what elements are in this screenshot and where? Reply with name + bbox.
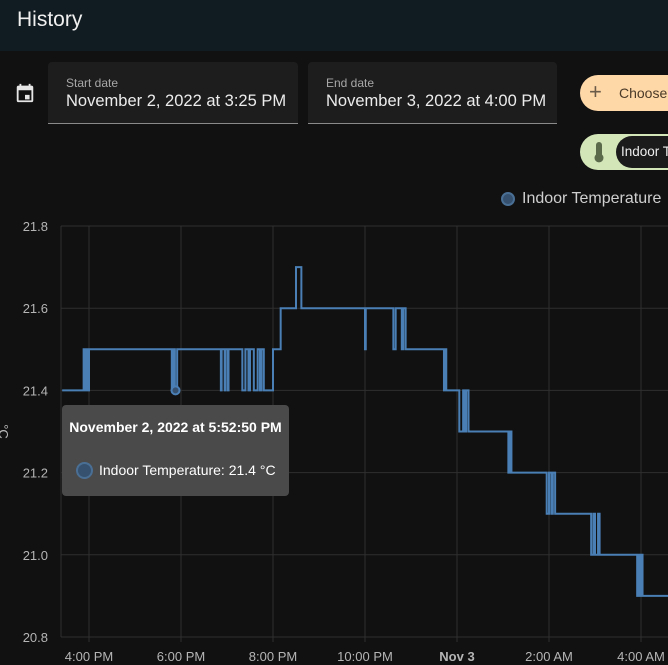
tooltip-series-dot [76,462,93,479]
x-tick-label: 4:00 PM [65,649,113,664]
tooltip-value: Indoor Temperature: 21.4 °C [99,462,276,478]
x-tick-label: 4:00 AM [617,649,665,664]
highlighted-data-point [170,385,181,396]
x-tick-label: 6:00 PM [157,649,205,664]
tooltip-row: Indoor Temperature: 21.4 °C [76,462,276,479]
y-tick-label: 21.4 [23,383,48,398]
y-tick-label: 20.8 [23,630,48,645]
x-tick-label: 10:00 PM [337,649,393,664]
tooltip-title: November 2, 2022 at 5:52:50 PM [69,419,282,435]
y-tick-label: 21.0 [23,548,48,563]
x-tick-label: 2:00 AM [525,649,573,664]
y-tick-label: 21.8 [23,219,48,234]
y-tick-label: 21.6 [23,301,48,316]
y-tick-label: 21.2 [23,466,48,481]
x-tick-label: Nov 3 [439,649,474,664]
x-tick-label: 8:00 PM [249,649,297,664]
history-chart[interactable]: 21.8 21.6 21.4 21.2 21.0 20.8 4:00 PM 6:00 PM 8:… [0,0,668,665]
chart-tooltip: November 2, 2022 at 5:52:50 PM Indoor Te… [62,405,289,496]
